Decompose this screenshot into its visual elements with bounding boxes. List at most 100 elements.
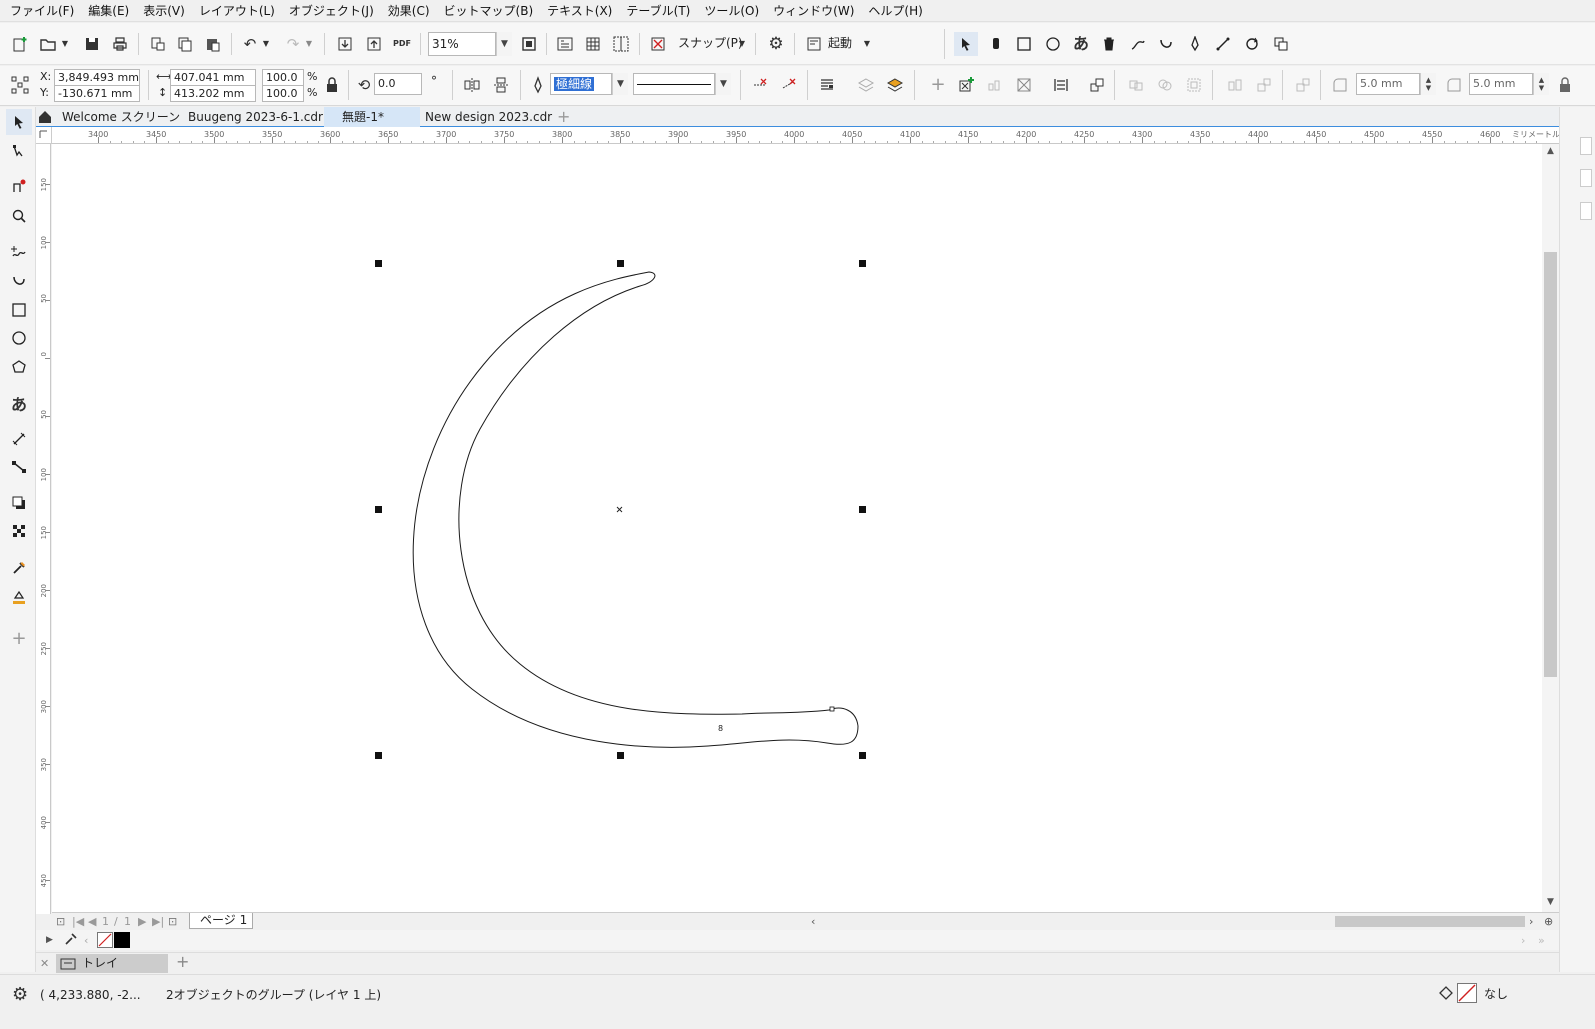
curve-tool-icon[interactable] xyxy=(6,268,32,294)
scroll-up-icon[interactable]: ▲ xyxy=(1542,146,1559,160)
scroll-right-icon[interactable]: › xyxy=(1529,914,1533,929)
options-gear-icon[interactable]: ⚙ xyxy=(764,32,788,56)
dock-panel-tab[interactable] xyxy=(1580,202,1592,220)
connector-tool-icon[interactable] xyxy=(6,454,32,480)
corner-radius-b-field[interactable]: 5.0 mm xyxy=(1469,73,1533,95)
width-field[interactable]: 407.041 mm xyxy=(170,69,256,86)
lock-ratio-icon[interactable] xyxy=(320,73,344,97)
menu-help[interactable]: ヘルプ(H) xyxy=(864,2,932,19)
corner-radius-a-spinner-icon[interactable]: ▲ ▼ xyxy=(1420,73,1436,95)
freehand-tool-icon[interactable] xyxy=(6,239,32,265)
palette-scroll-left-icon[interactable]: ‹ xyxy=(84,933,88,948)
last-page-icon[interactable]: ▶| xyxy=(152,914,164,929)
zoom-level-field[interactable]: 31% xyxy=(428,32,496,56)
vertical-scrollbar[interactable]: ▲ ▼ xyxy=(1542,144,1559,914)
parallel-dimension-icon[interactable] xyxy=(6,426,32,452)
menu-table[interactable]: テーブル(T) xyxy=(622,2,700,19)
to-back-layer-icon[interactable] xyxy=(883,73,907,97)
black-swatch[interactable] xyxy=(114,932,130,948)
zoom-to-page-icon[interactable] xyxy=(517,32,541,56)
curve-node[interactable] xyxy=(829,706,835,712)
transform-icon[interactable] xyxy=(1240,32,1264,56)
dock-panel-tab[interactable] xyxy=(1580,169,1592,187)
show-guidelines-icon[interactable] xyxy=(609,32,633,56)
pick-tool-icon[interactable] xyxy=(954,32,978,56)
transparency-tool-icon[interactable] xyxy=(6,518,32,544)
corner-radius-b-spinner-icon[interactable]: ▲ ▼ xyxy=(1533,73,1549,95)
status-settings-gear-icon[interactable]: ⚙ xyxy=(12,984,28,1005)
fill-bucket-icon[interactable] xyxy=(1437,983,1455,1001)
snap-off-icon[interactable] xyxy=(646,32,670,56)
fill-color-none-swatch[interactable] xyxy=(1457,983,1477,1003)
import-icon[interactable] xyxy=(333,32,357,56)
weld-icon[interactable] xyxy=(1124,73,1148,97)
fill-color-label[interactable]: なし xyxy=(1484,987,1508,1002)
print-icon[interactable] xyxy=(108,32,132,56)
scroll-down-icon[interactable]: ▼ xyxy=(1542,897,1559,911)
drop-shadow-icon[interactable] xyxy=(6,490,32,516)
menu-bitmap[interactable]: ビットマップ(B) xyxy=(440,2,544,19)
vertical-ruler[interactable]: 150 100 50 0 50 100 150 200 250 300 350 400 450 xyxy=(36,144,51,914)
export-icon[interactable] xyxy=(362,32,386,56)
selection-center-marker[interactable] xyxy=(616,506,623,513)
snap-to-menu[interactable]: スナップ(P) xyxy=(678,36,743,51)
new-document-icon[interactable] xyxy=(8,32,32,56)
add-page-after-icon[interactable]: ⊡ xyxy=(168,914,177,929)
horizontal-scrollbar[interactable]: ‹ › ⊕ xyxy=(807,912,1559,929)
eyedropper-tool-icon[interactable] xyxy=(6,555,32,581)
ungroup-all-icon[interactable] xyxy=(1012,73,1036,97)
back-minus-front-icon[interactable] xyxy=(1291,73,1315,97)
corner-lock-icon[interactable] xyxy=(1556,73,1574,97)
zoom-tool-icon[interactable] xyxy=(6,203,32,229)
undo-dropdown-icon[interactable]: ▼ xyxy=(259,32,273,56)
add-tool-icon[interactable]: + xyxy=(6,625,32,651)
menu-effects[interactable]: 効果(C) xyxy=(384,2,440,19)
full-screen-preview-icon[interactable] xyxy=(553,32,577,56)
rotation-field[interactable]: 0.0 xyxy=(374,73,422,95)
mirror-vertical-icon[interactable] xyxy=(489,73,513,97)
zoom-navigator-icon[interactable]: ⊕ xyxy=(1544,914,1553,929)
menu-window[interactable]: ウィンドウ(W) xyxy=(769,2,864,19)
launch-dropdown-icon[interactable]: ▼ xyxy=(860,32,874,56)
ellipse-tool-icon[interactable] xyxy=(6,325,32,351)
redo-dropdown-icon[interactable]: ▼ xyxy=(302,32,316,56)
align-distribute-icon[interactable] xyxy=(1049,73,1073,97)
menu-tools[interactable]: ツール(O) xyxy=(700,2,769,19)
interactive-fill-icon[interactable] xyxy=(6,584,32,610)
pick-tool-icon[interactable] xyxy=(6,109,32,135)
tab-new-design[interactable]: New design 2023.cdr xyxy=(423,107,554,127)
artistic-media-icon[interactable] xyxy=(1126,32,1150,56)
zoom-dropdown-icon[interactable]: ▼ xyxy=(496,32,512,56)
intersect-icon[interactable] xyxy=(1182,73,1206,97)
ruler-origin[interactable] xyxy=(36,127,52,144)
text-tool-icon[interactable]: あ xyxy=(6,390,32,416)
horizontal-ruler[interactable]: 3400 3450 3500 3550 3600 3650 3700 3750 3800 3850… xyxy=(36,127,1559,144)
add-page-before-icon[interactable]: ⊡ xyxy=(56,914,65,929)
palette-eyedropper-icon[interactable] xyxy=(64,932,80,948)
line-style-field[interactable] xyxy=(633,73,715,95)
launch-app-icon[interactable] xyxy=(802,32,826,56)
save-icon[interactable] xyxy=(80,32,104,56)
ellipse-tool-icon[interactable] xyxy=(1041,32,1065,56)
palette-expand-right-icon[interactable]: » xyxy=(1538,933,1545,948)
trim-icon[interactable] xyxy=(1153,73,1177,97)
page-tab[interactable]: ページ 1 xyxy=(189,913,253,929)
add-tab-icon[interactable]: + xyxy=(557,107,570,127)
tray-tab[interactable]: トレイ xyxy=(56,954,168,973)
menu-layout[interactable]: レイアウト(L) xyxy=(195,2,285,19)
shape-combine-icon[interactable] xyxy=(1269,32,1293,56)
add-tray-icon[interactable]: + xyxy=(176,954,189,970)
outline-width-dropdown-icon[interactable]: ▼ xyxy=(612,73,628,95)
start-arrowhead-icon[interactable] xyxy=(748,73,772,97)
ungroup-icon[interactable] xyxy=(983,73,1007,97)
pdf-export-icon[interactable]: PDF xyxy=(390,32,414,56)
line-tool-icon[interactable] xyxy=(1211,32,1235,56)
pen-tool-icon[interactable] xyxy=(1183,32,1207,56)
home-icon[interactable] xyxy=(36,107,54,127)
tab-buugeng[interactable]: Buugeng 2023-6-1.cdr xyxy=(186,107,325,127)
rectangle-tool-icon[interactable] xyxy=(1012,32,1036,56)
group-objects-icon[interactable] xyxy=(954,73,978,97)
snap-dropdown-icon[interactable]: ▼ xyxy=(735,32,749,56)
no-color-swatch[interactable] xyxy=(97,932,113,948)
menu-text[interactable]: テキスト(X) xyxy=(543,2,622,19)
